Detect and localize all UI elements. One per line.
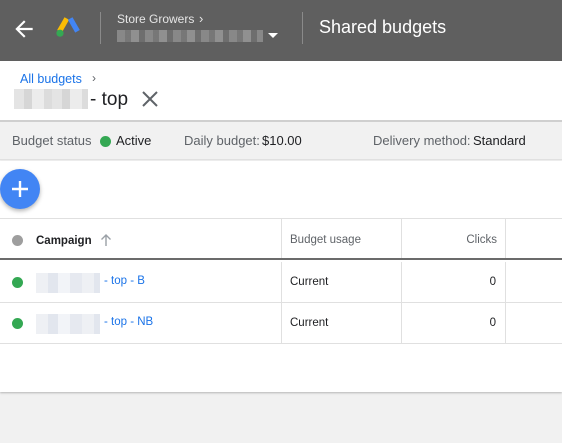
budget-name: - top — [90, 89, 129, 110]
budget-status-label: Budget status — [12, 133, 92, 148]
table-header: Campaign Budget usage Clicks — [0, 218, 562, 260]
campaign-link[interactable]: - top - B — [104, 275, 145, 287]
table-row: - top - B Current 0 — [0, 262, 562, 303]
delivery-method-label: Delivery method: — [373, 133, 471, 148]
header-divider — [302, 12, 303, 44]
breadcrumb-all-budgets[interactable]: All budgets — [20, 72, 82, 86]
header-divider — [100, 12, 101, 44]
clicks-cell: 0 — [489, 276, 496, 288]
column-header-clicks[interactable]: Clicks — [466, 234, 497, 246]
redacted-account-id — [117, 30, 263, 42]
column-divider — [505, 219, 506, 258]
column-divider — [281, 303, 282, 343]
column-divider — [281, 262, 282, 302]
campaigns-card: Campaign Budget usage Clicks - top - B C… — [0, 161, 562, 392]
delivery-method-value: Standard — [473, 133, 526, 148]
budget-status-bar: Budget status Active Daily budget: $10.0… — [0, 120, 562, 160]
column-divider — [401, 303, 402, 343]
clicks-cell: 0 — [489, 317, 496, 329]
redacted-campaign-name — [36, 314, 100, 334]
top-app-bar: Store Growers › Shared budgets — [0, 0, 562, 57]
column-header-budget-usage[interactable]: Budget usage — [290, 234, 361, 246]
redacted-campaign-name — [36, 273, 100, 293]
close-button[interactable] — [141, 90, 159, 108]
sort-arrow-icon[interactable] — [100, 233, 112, 247]
status-filter-icon[interactable] — [12, 235, 23, 246]
daily-budget-value: $10.00 — [262, 133, 302, 148]
back-button[interactable] — [11, 16, 37, 42]
caret-down-icon[interactable] — [268, 33, 278, 38]
arrow-back-icon — [15, 20, 33, 38]
budget-title-area: All budgets › - top — [0, 61, 562, 120]
column-divider — [281, 219, 282, 258]
column-divider — [401, 219, 402, 258]
table-row: - top - NB Current 0 — [0, 303, 562, 344]
account-name[interactable]: Store Growers — [117, 12, 194, 26]
column-divider — [401, 262, 402, 302]
daily-budget-label: Daily budget: — [184, 133, 260, 148]
add-icon — [12, 181, 28, 197]
column-divider — [505, 303, 506, 343]
campaign-link[interactable]: - top - NB — [104, 316, 153, 328]
redacted-budget-name — [14, 89, 88, 109]
budget-status-value: Active — [116, 133, 152, 148]
page-title: Shared budgets — [319, 17, 447, 37]
status-dot-icon — [12, 318, 23, 329]
column-divider — [505, 262, 506, 302]
breadcrumb-chevron-icon: › — [92, 71, 96, 85]
chevron-right-icon: › — [199, 11, 204, 26]
status-dot-icon — [12, 277, 23, 288]
column-header-campaign[interactable]: Campaign — [36, 235, 92, 247]
status-dot-icon — [100, 136, 111, 147]
add-campaign-button[interactable] — [0, 169, 40, 209]
budget-usage-cell: Current — [290, 317, 329, 329]
close-icon — [142, 91, 158, 107]
google-ads-logo[interactable] — [56, 16, 81, 38]
budget-usage-cell: Current — [290, 276, 329, 288]
